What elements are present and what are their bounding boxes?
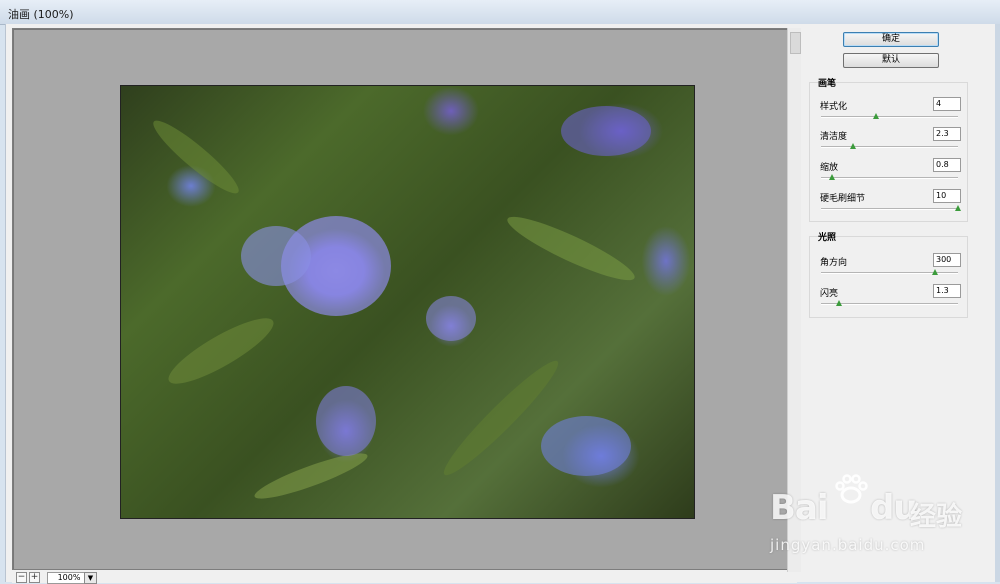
default-button[interactable]: 默认 <box>843 53 939 68</box>
flower-petal <box>426 296 476 341</box>
scale-input[interactable]: 0.8 <box>933 158 961 172</box>
flower-petal <box>561 106 651 156</box>
zoom-out-button[interactable]: − <box>16 572 27 583</box>
zoom-in-button[interactable]: + <box>29 572 40 583</box>
baidu-jingyan-watermark: Bai du 经验 jingyan.baidu.com <box>770 470 990 570</box>
watermark-logo-bai: Bai <box>770 488 829 528</box>
watermark-brand: 经验 <box>910 502 963 532</box>
angle-direction-label: 角方向 <box>820 258 848 268</box>
brush-group-title: 画笔 <box>818 79 837 89</box>
watermark-url: jingyan.baidu.com <box>770 536 926 554</box>
zoom-dropdown-icon[interactable]: ▼ <box>84 572 97 584</box>
zoom-bar: − + 100% ▼ <box>12 572 797 584</box>
preview-image[interactable] <box>120 85 695 519</box>
flower-petal <box>316 386 376 456</box>
window-title: 油画 (100%) <box>8 8 74 21</box>
preview-area[interactable] <box>12 28 794 570</box>
lighting-group-title: 光照 <box>818 233 837 243</box>
bristle-detail-slider-thumb[interactable] <box>955 205 961 211</box>
angle-direction-input[interactable]: 300 <box>933 253 961 267</box>
flower-petal <box>241 226 311 286</box>
scale-slider-thumb[interactable] <box>828 174 835 180</box>
scrollbar-thumb[interactable] <box>790 32 801 54</box>
window-right-border <box>995 24 1000 582</box>
cleanliness-input[interactable]: 2.3 <box>933 127 961 141</box>
paint-stroke <box>161 308 281 394</box>
paint-stroke <box>435 352 567 484</box>
bristle-detail-input[interactable]: 10 <box>933 189 961 203</box>
stylization-input[interactable]: 4 <box>933 97 961 111</box>
stylization-slider[interactable] <box>821 116 958 118</box>
bristle-detail-label: 硬毛刷细节 <box>820 194 866 204</box>
flower-petal <box>541 416 631 476</box>
window-titlebar: 油画 (100%) <box>0 0 1000 25</box>
bristle-detail-slider[interactable] <box>821 208 958 210</box>
ok-button[interactable]: 确定 <box>843 32 939 47</box>
paw-icon <box>835 474 868 504</box>
stylization-label: 样式化 <box>820 102 848 112</box>
cleanliness-slider-thumb[interactable] <box>849 143 856 149</box>
shine-input[interactable]: 1.3 <box>933 284 961 298</box>
stylization-slider-thumb[interactable] <box>872 113 879 119</box>
cleanliness-slider[interactable] <box>821 146 958 148</box>
shine-slider-thumb[interactable] <box>835 300 842 306</box>
paint-stroke <box>502 207 640 290</box>
lighting-group <box>809 236 968 318</box>
shine-label: 闪亮 <box>820 289 839 299</box>
angle-direction-slider-thumb[interactable] <box>931 269 938 275</box>
scale-label: 缩放 <box>820 163 839 173</box>
scale-slider[interactable] <box>821 177 958 179</box>
paint-stroke <box>146 113 246 201</box>
cleanliness-label: 清洁度 <box>820 132 848 142</box>
